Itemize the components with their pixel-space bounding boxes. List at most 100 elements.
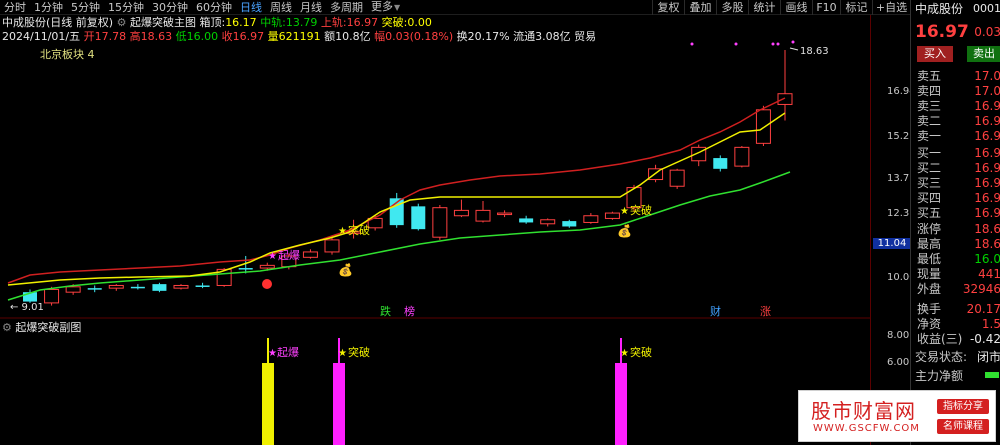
ask-row[interactable]: 卖一 16.9	[911, 129, 1000, 143]
bid-row[interactable]: 买五 16.9	[911, 206, 1000, 220]
stat-label: 最低	[917, 252, 942, 266]
candle[interactable]	[173, 284, 189, 289]
stat-row[interactable]: 外盘 32946	[911, 282, 1000, 296]
kline-chart[interactable]: 💰 💰 18.63 ← 9.01 ★ 起爆 ★ 突破 ★ 突破 跌 榜 财 涨 …	[0, 0, 870, 445]
candle[interactable]	[44, 288, 60, 304]
buy-button[interactable]: 买入	[917, 46, 953, 62]
ask-value: 16.9	[974, 114, 1000, 128]
ask-row[interactable]: 卖二 16.9	[911, 114, 1000, 128]
stat-value: 441	[978, 267, 1000, 281]
sub-tupo-star-icon-1: ★	[338, 348, 347, 359]
candle[interactable]	[777, 93, 793, 105]
low-mark: ← 9.01	[10, 302, 44, 313]
ask-row[interactable]: 卖三 16.9	[911, 99, 1000, 113]
tag-bang: 榜	[404, 304, 415, 318]
tupo-tag-2: 突破	[630, 203, 652, 217]
stock-name: 中成股份	[915, 2, 964, 16]
candle[interactable]	[755, 109, 771, 144]
bid-row[interactable]: 买二 16.9	[911, 161, 1000, 175]
bid-value: 16.9	[974, 146, 1000, 160]
bid-row[interactable]: 买四 16.9	[911, 191, 1000, 205]
candle[interactable]	[519, 218, 534, 223]
watermark-banner: 股市财富网 WWW.GSCFW.COM 指标分享 名师课程	[798, 390, 996, 442]
candle[interactable]	[65, 286, 81, 293]
sub-chart-title[interactable]: 起爆突破副图	[15, 321, 81, 334]
trade-status-row: 交易状态: 闭市	[911, 350, 1000, 364]
stat-label: 最高	[917, 237, 942, 251]
signal-dot	[262, 279, 272, 289]
money-bag-icon-2: 💰	[617, 224, 632, 238]
candle[interactable]	[324, 239, 340, 253]
candle[interactable]	[562, 221, 577, 227]
candle[interactable]	[238, 268, 253, 270]
gear-icon-sub[interactable]: ⚙	[2, 321, 12, 334]
ask-row[interactable]: 卖五 17.0	[911, 69, 1000, 83]
ask-row[interactable]: 卖四 17.0	[911, 84, 1000, 98]
candle[interactable]	[475, 209, 491, 222]
sub-axis-label: 8.00	[887, 330, 910, 341]
bid-value: 16.9	[974, 161, 1000, 175]
watermark-tag-1: 指标分享	[937, 399, 989, 414]
stock-name-row: 中成股份 0001	[911, 2, 1000, 16]
ask-label: 卖四	[917, 84, 942, 98]
bid-row[interactable]: 买三 16.9	[911, 176, 1000, 190]
ask-value: 17.0	[974, 69, 1000, 83]
candle[interactable]	[604, 212, 620, 219]
extra-label: 净资	[917, 317, 942, 331]
stat-value: 18.6	[974, 222, 1000, 236]
stat-row[interactable]: 最高 18.6	[911, 237, 1000, 251]
add-favorite-button[interactable]: +自选	[872, 0, 910, 15]
extra-label: 换手	[917, 302, 942, 316]
extra-row[interactable]: 收益(三) -0.42	[911, 332, 1000, 346]
candle[interactable]	[734, 146, 750, 167]
candle[interactable]	[130, 286, 145, 289]
extra-value: 20.17	[966, 302, 1000, 316]
tag-zhang: 涨	[760, 305, 771, 318]
ask-value: 16.9	[974, 129, 1000, 143]
stat-row[interactable]: 现量 441	[911, 267, 1000, 281]
candle[interactable]	[432, 207, 448, 238]
extra-row[interactable]: 换手 20.17	[911, 302, 1000, 316]
candle[interactable]	[669, 169, 685, 187]
sub-bar-tupo-1	[333, 363, 345, 445]
green-band-line	[7, 171, 791, 301]
candle[interactable]	[108, 284, 124, 289]
extra-label: 收益(三)	[917, 332, 963, 346]
sub-tupo-tag-1: 突破	[348, 345, 370, 359]
tag-cai: 财	[710, 304, 721, 318]
stat-row[interactable]: 最低 16.0	[911, 252, 1000, 266]
sub-tupo-star-icon-2: ★	[620, 348, 629, 359]
candle[interactable]	[302, 251, 318, 258]
candle[interactable]	[152, 284, 167, 291]
candle[interactable]	[497, 212, 513, 216]
candle[interactable]	[259, 264, 275, 269]
extra-row[interactable]: 净资 1.5	[911, 317, 1000, 331]
bid-label: 买三	[917, 176, 942, 190]
candle[interactable]	[411, 206, 426, 230]
bid-label: 买一	[917, 146, 942, 160]
candle[interactable]	[87, 288, 102, 290]
bid-value: 16.9	[974, 191, 1000, 205]
sub-tupo-tag-2: 突破	[630, 345, 652, 359]
stat-label: 涨停	[917, 222, 942, 236]
stat-value: 32946	[962, 282, 1000, 296]
ask-label: 卖二	[917, 114, 942, 128]
stat-row[interactable]: 涨停 18.6	[911, 222, 1000, 236]
high-mark: 18.63	[800, 46, 829, 57]
sell-button[interactable]: 卖出	[967, 46, 1000, 62]
sub-axis-label: 6.00	[887, 357, 910, 368]
candle[interactable]	[583, 215, 599, 223]
candle[interactable]	[713, 158, 728, 169]
candle[interactable]	[540, 219, 556, 225]
bid-row[interactable]: 买一 16.9	[911, 146, 1000, 160]
ask-label: 卖一	[917, 129, 942, 143]
main-flow-row: 主力净额	[911, 369, 1000, 383]
price-row: 16.97 0.03	[911, 22, 1000, 42]
candle[interactable]	[195, 285, 210, 287]
ask-label: 卖三	[917, 99, 942, 113]
ask-value: 16.9	[974, 99, 1000, 113]
watermark-url: WWW.GSCFW.COM	[813, 423, 920, 434]
qibao-star-icon: ★	[268, 251, 277, 262]
candle[interactable]	[453, 209, 469, 217]
price-axis: 16.94 15.25 13.72 12.35 11.04 10.00 8.00…	[870, 15, 916, 445]
